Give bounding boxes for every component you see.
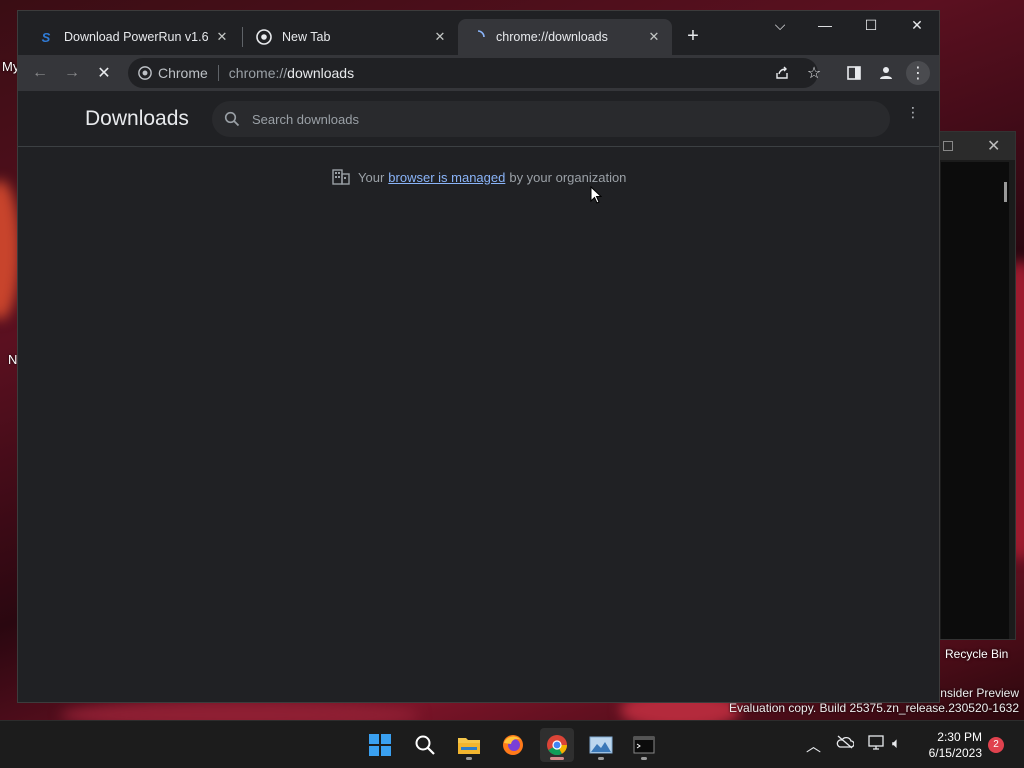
- folder-icon: [458, 738, 480, 754]
- minimize-button[interactable]: —: [810, 17, 840, 33]
- chrome-icon: [138, 66, 152, 80]
- tab-title: chrome://downloads: [496, 30, 608, 44]
- clock-date: 6/15/2023: [928, 746, 982, 760]
- forward-arrow-icon[interactable]: →: [60, 61, 84, 85]
- chrome-icon: [256, 29, 272, 45]
- stop-loading-icon[interactable]: ✕: [92, 61, 116, 85]
- network-icon[interactable]: [868, 735, 886, 755]
- managed-prefix: Your: [358, 169, 385, 185]
- search-icon: [224, 111, 240, 127]
- running-indicator: [598, 757, 604, 760]
- running-indicator: [466, 757, 472, 760]
- photos-button[interactable]: [584, 728, 618, 762]
- omnibox-divider: [217, 65, 219, 81]
- scrollbar-thumb[interactable]: [1004, 182, 1007, 202]
- tab-powerrun[interactable]: S Download PowerRun v1.6 ✕: [26, 19, 240, 55]
- notification-badge[interactable]: 2: [988, 737, 1004, 753]
- url-scheme: chrome://: [228, 65, 288, 81]
- close-icon[interactable]: ✕: [212, 29, 232, 45]
- managed-notice: Your browser is managed by your organiza…: [332, 169, 626, 185]
- browser-toolbar: ← → ✕ Chrome chrome://downloads ☆ ⋮: [18, 55, 939, 91]
- desktop-icon-label[interactable]: N: [8, 352, 17, 367]
- chrome-window: S Download PowerRun v1.6 ✕ New Tab ✕ chr…: [17, 10, 940, 703]
- close-icon[interactable]: ✕: [987, 136, 1000, 156]
- taskbar: ︿ 🔈︎ 2:30 PM 6/15/2023 2: [0, 720, 1024, 768]
- terminal-button[interactable]: [627, 728, 661, 762]
- browser-managed-link[interactable]: browser is managed: [388, 170, 505, 185]
- insider-preview-text: Insider Preview: [936, 686, 1019, 700]
- loading-spinner-icon: [470, 29, 486, 45]
- terminal-body: [941, 162, 1009, 639]
- profile-icon[interactable]: [874, 61, 898, 85]
- running-indicator: [641, 757, 647, 760]
- address-bar[interactable]: Chrome chrome://downloads: [128, 58, 818, 88]
- page-title: Downloads: [85, 107, 189, 130]
- search-button[interactable]: [408, 728, 442, 762]
- close-icon[interactable]: ✕: [430, 29, 450, 45]
- managed-suffix: by your organization: [509, 169, 627, 185]
- share-icon[interactable]: [770, 61, 794, 85]
- close-icon[interactable]: ✕: [644, 29, 664, 45]
- back-arrow-icon[interactable]: ←: [28, 61, 52, 85]
- powerrun-favicon-icon: S: [41, 29, 51, 45]
- start-button[interactable]: [363, 728, 397, 762]
- chrome-taskbar-button[interactable]: [540, 728, 574, 762]
- tab-separator: [242, 27, 243, 47]
- side-panel-icon[interactable]: [842, 61, 866, 85]
- volume-icon[interactable]: 🔈︎: [892, 735, 901, 752]
- mouse-cursor-icon: [590, 186, 602, 204]
- tab-new-tab[interactable]: New Tab ✕: [244, 19, 458, 55]
- tab-title: Download PowerRun v1.6: [64, 30, 209, 44]
- terminal-icon: [633, 736, 655, 754]
- search-input[interactable]: [252, 111, 812, 127]
- system-clock[interactable]: 2:30 PM 6/15/2023: [920, 729, 982, 761]
- tab-title: New Tab: [282, 30, 331, 44]
- windows-logo-icon: [369, 734, 391, 756]
- new-tab-button[interactable]: +: [683, 25, 703, 47]
- bookmark-star-icon[interactable]: ☆: [802, 61, 826, 85]
- tab-search-chevron-icon[interactable]: ⌵: [765, 17, 795, 34]
- firefox-icon: [503, 735, 523, 755]
- background-terminal-window[interactable]: ✕: [930, 131, 1016, 640]
- omnibox-chip: Chrome: [158, 65, 208, 81]
- recycle-bin-label[interactable]: Recycle Bin: [945, 647, 1008, 661]
- onedrive-icon[interactable]: [836, 735, 855, 753]
- close-window-button[interactable]: ✕: [902, 17, 932, 34]
- show-hidden-icons-chevron-icon[interactable]: ︿: [806, 735, 821, 756]
- more-actions-icon[interactable]: ⋮: [906, 105, 920, 119]
- maximize-button[interactable]: ☐: [856, 17, 886, 34]
- url-host: downloads: [287, 65, 355, 81]
- build-watermark: Evaluation copy. Build 25375.zn_release.…: [729, 701, 1019, 715]
- image-icon: [589, 736, 613, 754]
- tab-downloads[interactable]: chrome://downloads ✕: [458, 19, 672, 55]
- file-explorer-button[interactable]: [452, 728, 486, 762]
- building-icon: [332, 169, 350, 185]
- chrome-menu-icon[interactable]: ⋮: [906, 61, 930, 85]
- search-icon: [415, 735, 435, 755]
- background-window-titlebar[interactable]: ✕: [931, 132, 1015, 160]
- clock-time: 2:30 PM: [937, 730, 982, 744]
- maximize-icon[interactable]: [943, 141, 953, 151]
- downloads-header: Downloads ⋮: [18, 91, 939, 147]
- chrome-icon: [547, 735, 568, 756]
- downloads-page: Downloads ⋮ Your browser is managed by y…: [18, 91, 939, 702]
- active-indicator: [550, 757, 564, 760]
- search-bar[interactable]: [212, 101, 890, 137]
- tab-strip: S Download PowerRun v1.6 ✕ New Tab ✕ chr…: [18, 11, 939, 55]
- firefox-button[interactable]: [496, 728, 530, 762]
